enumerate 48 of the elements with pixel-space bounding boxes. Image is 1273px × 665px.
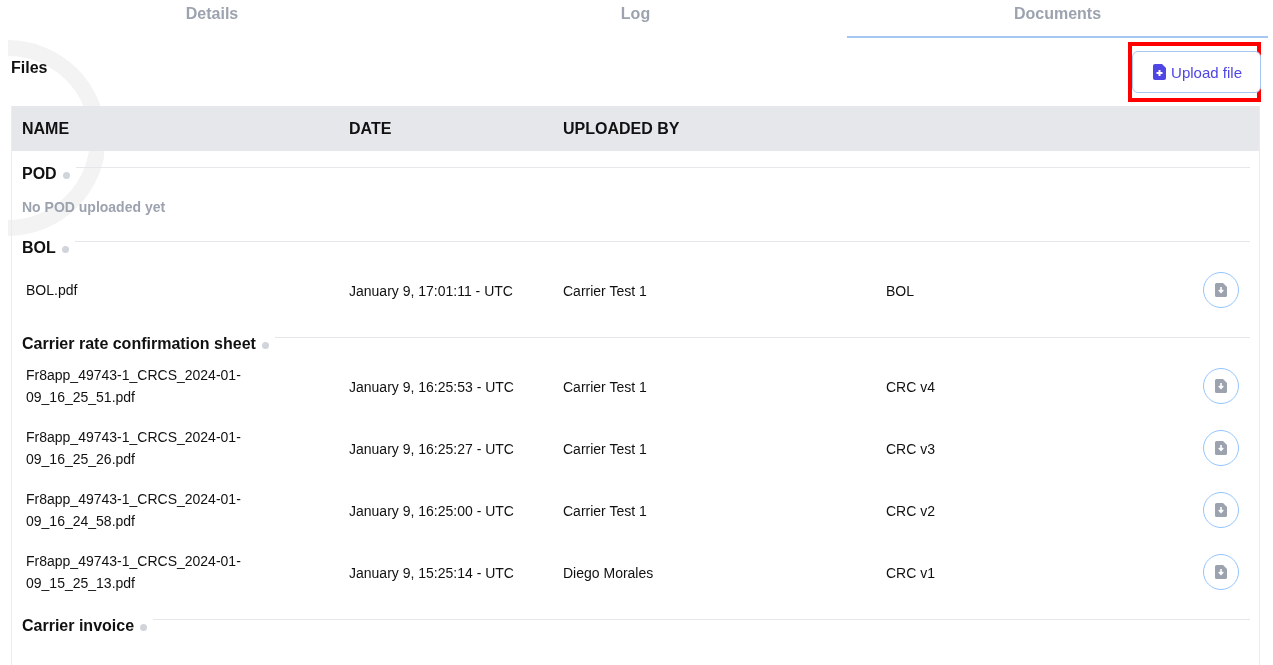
download-button[interactable] [1203, 554, 1239, 590]
tab[interactable]: Documents [847, 0, 1268, 38]
group-title: BOL [22, 239, 56, 257]
table-cell-text: Carrier Test 1 [563, 282, 648, 299]
table-cell-text: January 9, 17:01:11 - UTC [349, 282, 514, 299]
file-download-icon [1215, 565, 1227, 579]
dot-icon [61, 245, 69, 253]
dot-icon [261, 341, 269, 349]
column-header: NAME [22, 119, 71, 138]
file-download-icon [1215, 503, 1227, 517]
table-cell-text: Carrier Test 1 [563, 440, 648, 457]
group-title: POD [22, 165, 57, 183]
file-name: Fr8app_49743-1_CRCS_2024-01-09_16_25_51.pdf [26, 366, 242, 407]
file-name: Fr8app_49743-1_CRCS_2024-01-09_16_24_58.pdf [26, 490, 242, 531]
group-title: Carrier invoice [22, 617, 135, 635]
table-cell-text: Diego Morales [563, 564, 655, 581]
download-button[interactable] [1203, 368, 1239, 404]
column-header: DATE [349, 119, 393, 138]
tab[interactable]: Log [424, 0, 847, 28]
table-cell-text: Carrier Test 1 [563, 378, 648, 395]
table-cell-text: Carrier Test 1 [563, 502, 648, 519]
dot-icon [62, 171, 70, 179]
file-name: Fr8app_49743-1_CRCS_2024-01-09_15_25_13.pdf [26, 552, 242, 593]
file-name: Fr8app_49743-1_CRCS_2024-01-09_16_25_26.pdf [26, 428, 242, 469]
download-button[interactable] [1203, 492, 1239, 528]
file-plus-icon [1153, 64, 1167, 80]
empty-message: No POD uploaded yet [21, 198, 167, 217]
download-button[interactable] [1203, 272, 1239, 308]
table-cell-text: CRC v3 [886, 440, 936, 457]
section-title: Files [11, 59, 48, 77]
download-button[interactable] [1203, 430, 1239, 466]
table-cell-text: CRC v4 [886, 378, 936, 395]
table-cell-text: January 9, 16:25:53 - UTC [349, 378, 515, 395]
file-name: BOL.pdf [26, 281, 79, 300]
file-download-icon [1215, 283, 1227, 297]
tab[interactable]: Details [0, 0, 424, 28]
table-cell-text: January 9, 15:25:14 - UTC [349, 564, 515, 581]
file-download-icon [1215, 379, 1227, 393]
table-cell-text: CRC v2 [886, 502, 936, 519]
dot-icon [140, 623, 148, 631]
column-header: UPLOADED BY [563, 119, 681, 138]
file-download-icon [1215, 441, 1227, 455]
table-cell-text: January 9, 16:25:27 - UTC [349, 440, 515, 457]
group-title: Carrier rate confirmation sheet [22, 335, 256, 353]
table-cell-text: BOL [886, 282, 915, 299]
table-cell-text: January 9, 16:25:00 - UTC [349, 502, 515, 519]
upload-button[interactable]: Upload file [1132, 51, 1261, 93]
table-cell-text: CRC v1 [886, 564, 936, 581]
